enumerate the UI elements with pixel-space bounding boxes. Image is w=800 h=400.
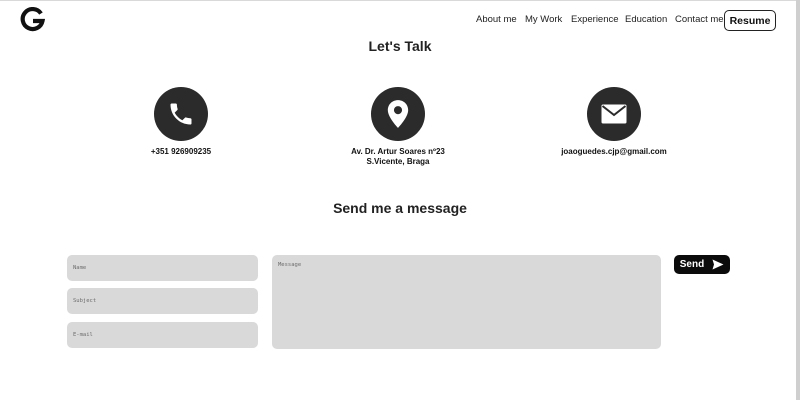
top-divider	[0, 0, 800, 1]
send-message-title: Send me a message	[333, 200, 467, 216]
contact-phone: +351 926909235	[91, 87, 271, 157]
message-textarea[interactable]	[272, 255, 661, 349]
location-pin-icon	[387, 100, 409, 128]
phone-icon	[170, 103, 192, 125]
resume-button[interactable]: Resume	[724, 10, 776, 31]
send-button-label: Send	[679, 259, 705, 270]
send-arrow-icon	[712, 259, 724, 270]
nav-my-work[interactable]: My Work	[525, 14, 562, 25]
nav-education[interactable]: Education	[625, 14, 667, 25]
name-input[interactable]	[67, 255, 258, 281]
address-text: Av. Dr. Artur Soares nº23 S.Vicente, Bra…	[351, 147, 445, 166]
email-address: joaoguedes.cjp@gmail.com	[561, 147, 667, 156]
lets-talk-title: Let's Talk	[368, 38, 432, 54]
contact-address: Av. Dr. Artur Soares nº23 S.Vicente, Bra…	[308, 87, 488, 167]
nav-about-me[interactable]: About me	[476, 14, 517, 25]
send-button[interactable]: Send	[674, 255, 730, 274]
phone-icon-circle	[154, 87, 208, 141]
top-navigation: About me My Work Experience Education Co…	[0, 14, 800, 28]
envelope-icon-circle	[587, 87, 641, 141]
nav-contact-me[interactable]: Contact me	[675, 14, 724, 25]
contact-email: joaoguedes.cjp@gmail.com	[524, 87, 704, 157]
phone-number: +351 926909235	[150, 147, 212, 156]
nav-experience[interactable]: Experience	[571, 14, 619, 25]
location-icon-circle	[371, 87, 425, 141]
subject-input[interactable]	[67, 288, 258, 314]
email-input[interactable]	[67, 322, 258, 348]
envelope-icon	[601, 104, 627, 124]
